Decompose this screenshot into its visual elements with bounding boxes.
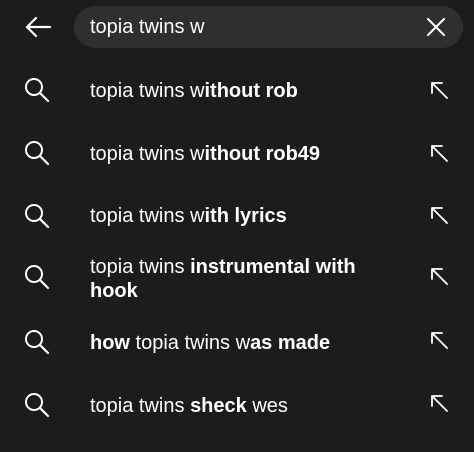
suggestion-text-part: how bbox=[90, 332, 130, 354]
suggestion-item[interactable]: topia twins with lyrics bbox=[0, 186, 474, 246]
search-icon bbox=[22, 262, 52, 292]
arrow-up-left-icon bbox=[431, 395, 448, 412]
arrow-up-left-icon bbox=[431, 207, 448, 224]
suggestion-text-part: topia twins w bbox=[90, 143, 205, 165]
suggestion-text-part: ithout rob bbox=[204, 80, 298, 102]
arrow-left-icon bbox=[25, 16, 52, 38]
search-icon bbox=[22, 390, 52, 420]
fill-query-button[interactable] bbox=[424, 261, 454, 291]
fill-query-button[interactable] bbox=[424, 75, 454, 105]
close-icon bbox=[427, 18, 445, 36]
search-icon bbox=[22, 138, 52, 168]
suggestion-text-part: ithout rob49 bbox=[204, 143, 321, 165]
suggestion-text: how topia twins was made bbox=[90, 331, 390, 355]
suggestion-text: topia twins with lyrics bbox=[90, 204, 390, 228]
fill-query-button[interactable] bbox=[424, 325, 454, 355]
search-icon bbox=[22, 75, 52, 105]
fill-query-button[interactable] bbox=[424, 200, 454, 230]
suggestion-text: topia twins instrumental with hook bbox=[90, 255, 390, 303]
search-box[interactable] bbox=[74, 6, 463, 48]
suggestion-item[interactable]: topia twins without rob49 bbox=[0, 123, 474, 183]
search-top-bar bbox=[0, 0, 474, 54]
suggestion-text-part: wes bbox=[246, 395, 288, 417]
arrow-up-left-icon bbox=[431, 82, 448, 99]
arrow-up-left-icon bbox=[431, 332, 448, 349]
suggestion-text-part: topia twins w bbox=[90, 80, 205, 102]
arrow-up-left-icon bbox=[431, 145, 448, 162]
search-icon bbox=[22, 327, 52, 357]
search-icon bbox=[22, 201, 52, 231]
suggestion-text-part: as made bbox=[250, 332, 331, 354]
clear-search-button[interactable] bbox=[419, 10, 453, 44]
suggestion-text-part: topia twins w bbox=[90, 205, 205, 227]
suggestion-text-part: topia twins bbox=[90, 256, 191, 278]
suggestion-text-part: topia twins w bbox=[130, 332, 251, 354]
suggestion-item[interactable]: topia twins without rob bbox=[0, 60, 474, 120]
back-button[interactable] bbox=[18, 9, 58, 45]
suggestion-text: topia twins without rob bbox=[90, 79, 390, 103]
suggestion-text-part: topia twins bbox=[90, 395, 191, 417]
suggestion-item[interactable]: how topia twins was made bbox=[0, 313, 474, 373]
suggestion-item[interactable]: topia twins instrumental with hook bbox=[0, 250, 474, 312]
fill-query-button[interactable] bbox=[424, 138, 454, 168]
suggestion-text-part: ith lyrics bbox=[204, 205, 287, 227]
arrow-up-left-icon bbox=[431, 268, 448, 285]
search-input[interactable] bbox=[90, 6, 410, 48]
suggestion-text-part: sheck bbox=[190, 395, 247, 417]
fill-query-button[interactable] bbox=[424, 388, 454, 418]
suggestion-item[interactable]: topia twins sheck wes bbox=[0, 376, 474, 436]
suggestion-text: topia twins without rob49 bbox=[90, 142, 390, 166]
suggestion-text: topia twins sheck wes bbox=[90, 394, 390, 418]
